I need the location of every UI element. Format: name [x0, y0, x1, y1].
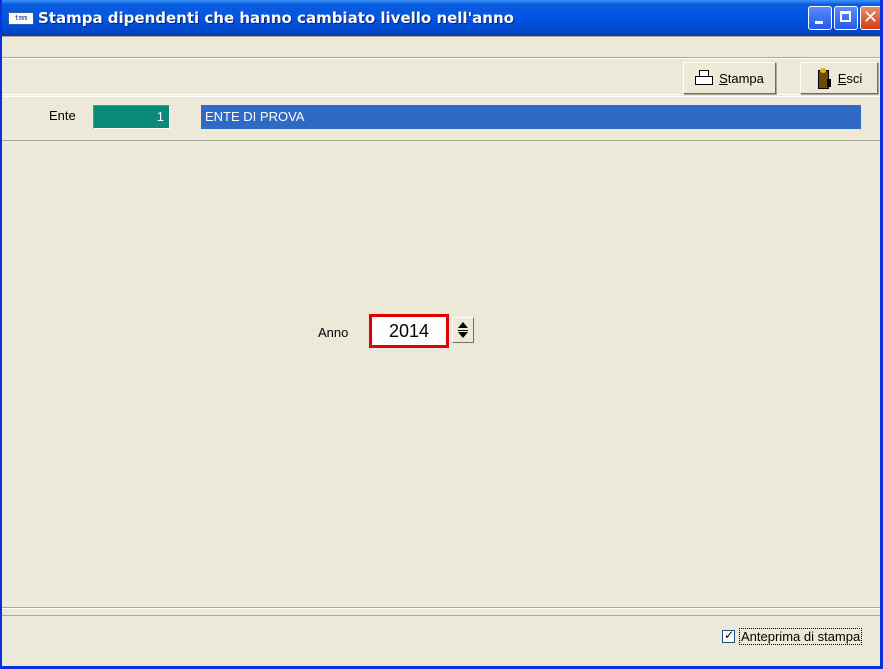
- ente-code-field[interactable]: 1: [93, 105, 170, 129]
- minimize-icon: [815, 21, 823, 24]
- stampa-label: Stampa: [719, 70, 764, 86]
- ente-name-field: ENTE DI PROVA: [201, 105, 861, 129]
- printer-icon: [695, 70, 714, 86]
- toolbar-button-strip: Stampa Esci: [2, 57, 880, 96]
- close-icon: ✕: [863, 7, 879, 28]
- esci-label: Esci: [837, 70, 863, 86]
- anteprima-label[interactable]: Anteprima di stampa: [739, 628, 863, 645]
- app-icon: tmm: [8, 12, 34, 25]
- stampa-button[interactable]: Stampa: [683, 62, 776, 94]
- maximize-icon: [840, 11, 851, 22]
- esci-button[interactable]: Esci: [800, 62, 878, 94]
- anno-input[interactable]: 2014: [369, 314, 449, 348]
- spin-divider: [458, 330, 468, 331]
- check-icon: ✓: [724, 628, 735, 642]
- ente-row: Ente 1 ENTE DI PROVA: [2, 96, 880, 141]
- window-title: Stampa dipendenti che hanno cambiato liv…: [38, 9, 514, 27]
- maximize-button[interactable]: [834, 6, 858, 30]
- title-bar[interactable]: tmm Stampa dipendenti che hanno cambiato…: [2, 0, 880, 36]
- form-area: Anno 2014: [2, 142, 880, 606]
- minimize-button[interactable]: [808, 6, 832, 30]
- anteprima-checkbox[interactable]: ✓: [722, 628, 735, 643]
- anno-spinner[interactable]: [452, 317, 474, 343]
- spin-down-icon[interactable]: [458, 332, 468, 338]
- exit-door-icon: [816, 68, 832, 89]
- status-bar: ✓ Anteprima di stampa: [2, 607, 880, 666]
- spin-up-icon[interactable]: [458, 322, 468, 328]
- status-divider: [2, 615, 880, 616]
- anteprima-checkbox-group[interactable]: ✓ Anteprima di stampa: [722, 628, 863, 645]
- close-button[interactable]: ✕: [860, 6, 880, 30]
- toolbar: Stampa Esci: [2, 36, 880, 95]
- ente-label: Ente: [49, 108, 76, 123]
- main-window: tmm Stampa dipendenti che hanno cambiato…: [0, 0, 883, 669]
- anno-label: Anno: [318, 325, 349, 340]
